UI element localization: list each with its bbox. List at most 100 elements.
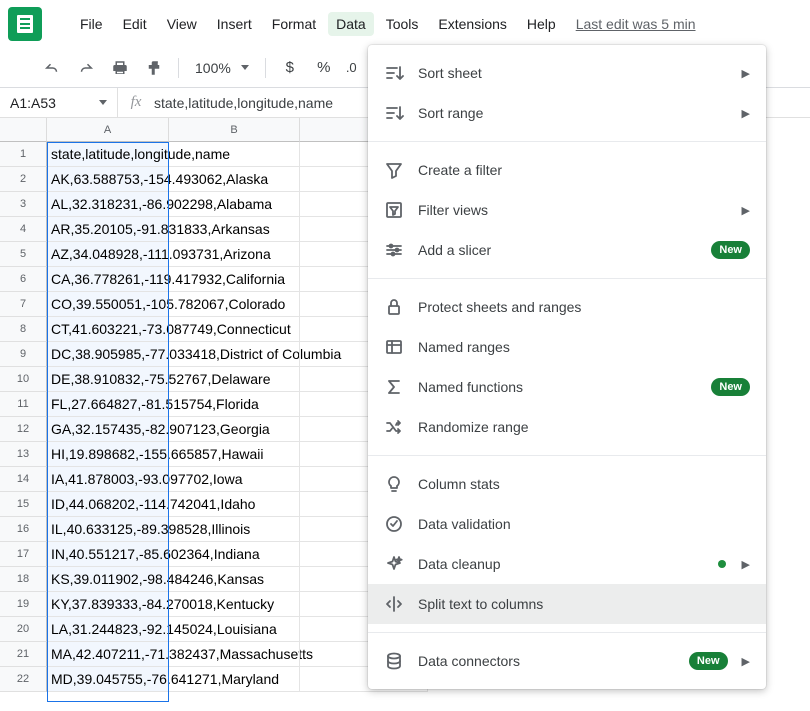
cell[interactable] <box>169 492 300 517</box>
row-header[interactable]: 21 <box>0 642 47 667</box>
menu-item-named-ranges[interactable]: Named ranges <box>368 327 766 367</box>
cell[interactable]: MD,39.045755,-76.641271,Maryland <box>47 667 169 692</box>
menu-item-sort-range[interactable]: Sort range▶ <box>368 93 766 133</box>
sheets-logo[interactable] <box>8 7 42 41</box>
row-header[interactable]: 7 <box>0 292 47 317</box>
last-edit-link[interactable]: Last edit was 5 min <box>576 16 696 32</box>
menu-item-data-connectors[interactable]: Data connectorsNew▶ <box>368 641 766 681</box>
row-header[interactable]: 20 <box>0 617 47 642</box>
cell[interactable]: FL,27.664827,-81.515754,Florida <box>47 392 169 417</box>
redo-button[interactable] <box>72 54 100 82</box>
cell[interactable] <box>169 667 300 692</box>
cell[interactable]: DE,38.910832,-75.52767,Delaware <box>47 367 169 392</box>
cell[interactable] <box>169 517 300 542</box>
menu-item-create-a-filter[interactable]: Create a filter <box>368 150 766 190</box>
cell[interactable]: AL,32.318231,-86.902298,Alabama <box>47 192 169 217</box>
format-currency-button[interactable]: $ <box>276 54 304 82</box>
cell[interactable]: CT,41.603221,-73.087749,Connecticut <box>47 317 169 342</box>
cell[interactable] <box>169 442 300 467</box>
row-header[interactable]: 10 <box>0 367 47 392</box>
menu-item-sort-sheet[interactable]: Sort sheet▶ <box>368 53 766 93</box>
cell[interactable] <box>169 567 300 592</box>
cell[interactable] <box>169 342 300 367</box>
cell[interactable] <box>169 292 300 317</box>
cell[interactable] <box>169 417 300 442</box>
cell[interactable]: HI,19.898682,-155.665857,Hawaii <box>47 442 169 467</box>
cell[interactable] <box>169 542 300 567</box>
menu-edit[interactable]: Edit <box>115 12 155 36</box>
menu-item-split-text-to-columns[interactable]: Split text to columns <box>368 584 766 624</box>
menu-format[interactable]: Format <box>264 12 324 36</box>
column-header-b[interactable]: B <box>169 118 300 142</box>
row-header[interactable]: 15 <box>0 492 47 517</box>
row-header[interactable]: 18 <box>0 567 47 592</box>
paint-format-button[interactable] <box>140 54 168 82</box>
cell[interactable]: DC,38.905985,-77.033418,District of Colu… <box>47 342 169 367</box>
menu-file[interactable]: File <box>72 12 111 36</box>
menu-extensions[interactable]: Extensions <box>430 12 514 36</box>
cell[interactable] <box>169 167 300 192</box>
row-header[interactable]: 1 <box>0 142 47 167</box>
row-header[interactable]: 19 <box>0 592 47 617</box>
cell[interactable] <box>169 592 300 617</box>
cell[interactable]: MA,42.407211,-71.382437,Massachusetts <box>47 642 169 667</box>
row-header[interactable]: 13 <box>0 442 47 467</box>
cell[interactable]: GA,32.157435,-82.907123,Georgia <box>47 417 169 442</box>
cell[interactable]: KS,39.011902,-98.484246,Kansas <box>47 567 169 592</box>
row-header[interactable]: 3 <box>0 192 47 217</box>
name-box[interactable]: A1:A53 <box>0 88 118 118</box>
decrease-decimal-button[interactable]: .0 <box>344 54 359 82</box>
menu-item-protect-sheets-and-ranges[interactable]: Protect sheets and ranges <box>368 287 766 327</box>
select-all-corner[interactable] <box>0 118 47 142</box>
undo-button[interactable] <box>38 54 66 82</box>
row-header[interactable]: 6 <box>0 267 47 292</box>
menu-insert[interactable]: Insert <box>209 12 260 36</box>
cell[interactable]: state,latitude,longitude,name <box>47 142 169 167</box>
row-header[interactable]: 16 <box>0 517 47 542</box>
cell[interactable] <box>169 317 300 342</box>
cell[interactable] <box>169 192 300 217</box>
cell[interactable] <box>169 242 300 267</box>
cell[interactable]: KY,37.839333,-84.270018,Kentucky <box>47 592 169 617</box>
row-header[interactable]: 17 <box>0 542 47 567</box>
row-header[interactable]: 5 <box>0 242 47 267</box>
cell[interactable] <box>169 467 300 492</box>
menu-item-add-a-slicer[interactable]: Add a slicerNew <box>368 230 766 270</box>
row-header[interactable]: 2 <box>0 167 47 192</box>
menu-item-data-cleanup[interactable]: Data cleanup▶ <box>368 544 766 584</box>
cell[interactable] <box>169 367 300 392</box>
menu-tools[interactable]: Tools <box>378 12 427 36</box>
row-header[interactable]: 8 <box>0 317 47 342</box>
cell[interactable] <box>169 617 300 642</box>
cell[interactable]: CO,39.550051,-105.782067,Colorado <box>47 292 169 317</box>
cell[interactable] <box>169 392 300 417</box>
cell[interactable]: CA,36.778261,-119.417932,California <box>47 267 169 292</box>
cell[interactable]: LA,31.244823,-92.145024,Louisiana <box>47 617 169 642</box>
menu-item-data-validation[interactable]: Data validation <box>368 504 766 544</box>
row-header[interactable]: 14 <box>0 467 47 492</box>
row-header[interactable]: 11 <box>0 392 47 417</box>
menu-item-column-stats[interactable]: Column stats <box>368 464 766 504</box>
format-percent-button[interactable]: % <box>310 54 338 82</box>
cell[interactable] <box>169 142 300 167</box>
cell[interactable]: IA,41.878003,-93.097702,Iowa <box>47 467 169 492</box>
menu-item-named-functions[interactable]: Named functionsNew <box>368 367 766 407</box>
cell[interactable]: AK,63.588753,-154.493062,Alaska <box>47 167 169 192</box>
cell[interactable] <box>169 217 300 242</box>
menu-data[interactable]: Data <box>328 12 374 36</box>
menu-view[interactable]: View <box>159 12 205 36</box>
cell[interactable]: AZ,34.048928,-111.093731,Arizona <box>47 242 169 267</box>
cell[interactable] <box>169 642 300 667</box>
row-header[interactable]: 22 <box>0 667 47 692</box>
menu-item-randomize-range[interactable]: Randomize range <box>368 407 766 447</box>
row-header[interactable]: 12 <box>0 417 47 442</box>
print-button[interactable] <box>106 54 134 82</box>
cell[interactable]: ID,44.068202,-114.742041,Idaho <box>47 492 169 517</box>
row-header[interactable]: 9 <box>0 342 47 367</box>
cell[interactable] <box>169 267 300 292</box>
menu-help[interactable]: Help <box>519 12 564 36</box>
row-header[interactable]: 4 <box>0 217 47 242</box>
cell[interactable]: AR,35.20105,-91.831833,Arkansas <box>47 217 169 242</box>
column-header-a[interactable]: A <box>47 118 169 142</box>
cell[interactable]: IN,40.551217,-85.602364,Indiana <box>47 542 169 567</box>
